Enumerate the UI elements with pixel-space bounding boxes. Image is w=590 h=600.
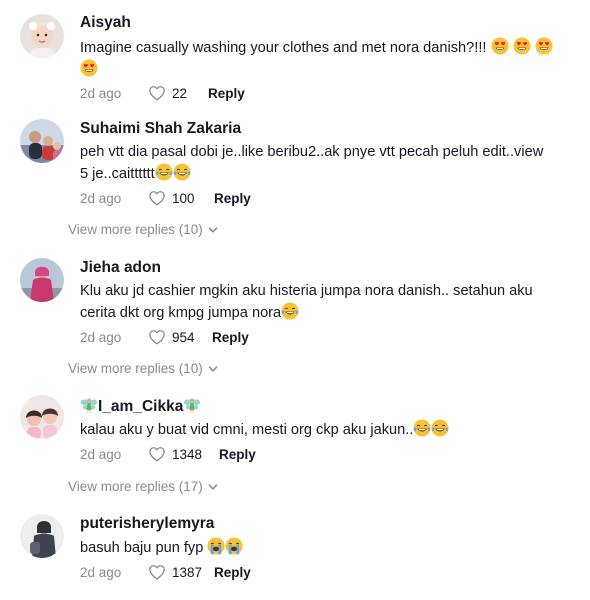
heart-eyes-emoji: [491, 37, 509, 55]
chevron-down-icon: [207, 224, 219, 236]
like-count: 1348: [172, 446, 203, 462]
heart-eyes-emoji: [535, 37, 553, 55]
fairy-emoji: [80, 396, 98, 414]
comment-text: Imagine casually washing your clothes an…: [80, 37, 560, 81]
username-text: I_am_Cikka: [98, 398, 184, 415]
comment-text: Klu aku jd cashier mgkin aku histeria ju…: [80, 281, 560, 324]
crying-emoji: [225, 537, 243, 555]
view-more-label: View more replies (17): [68, 479, 203, 494]
like-heart-icon[interactable]: [148, 190, 166, 206]
timestamp: 2d ago: [80, 329, 122, 345]
username[interactable]: I_am_Cikka: [80, 396, 201, 416]
avatar[interactable]: [20, 258, 64, 302]
timestamp: 2d ago: [80, 190, 122, 206]
reply-button[interactable]: Reply: [214, 191, 251, 206]
username[interactable]: Aisyah: [80, 14, 131, 32]
reply-button[interactable]: Reply: [208, 86, 245, 101]
comment-text: basuh baju pun fyp: [80, 537, 560, 559]
username[interactable]: Suhaimi Shah Zakaria: [80, 120, 241, 138]
view-more-label: View more replies (10): [68, 361, 203, 376]
view-more-label: View more replies (10): [68, 222, 203, 237]
comment-text-line: cerita dkt org kmpg jumpa nora: [80, 305, 282, 321]
crying-emoji: [207, 537, 225, 555]
timestamp: 2d ago: [80, 85, 122, 101]
heart-eyes-emoji: [513, 37, 531, 55]
username[interactable]: Jieha adon: [80, 259, 161, 277]
username[interactable]: puterisherylemyra: [80, 515, 214, 533]
like-heart-icon[interactable]: [148, 329, 166, 345]
like-heart-icon[interactable]: [148, 446, 166, 462]
chevron-down-icon: [207, 363, 219, 375]
view-more-replies[interactable]: View more replies (10): [68, 361, 219, 376]
like-count: 954: [172, 329, 195, 345]
like-heart-icon[interactable]: [148, 564, 166, 580]
comment-text-line: peh vtt dia pasal dobi je..like beribu2.…: [80, 144, 544, 160]
fairy-emoji: [183, 396, 201, 414]
timestamp: 2d ago: [80, 446, 122, 462]
like-heart-icon[interactable]: [148, 85, 166, 101]
heart-eyes-emoji: [80, 59, 98, 77]
avatar[interactable]: [20, 395, 64, 439]
like-count: 1387: [172, 564, 203, 580]
tears-of-joy-emoji: [281, 302, 299, 320]
view-more-replies[interactable]: View more replies (10): [68, 222, 219, 237]
timestamp: 2d ago: [80, 564, 122, 580]
comment-text-line: Imagine casually washing your clothes an…: [80, 40, 487, 56]
reply-button[interactable]: Reply: [212, 330, 249, 345]
comment-text-line: Klu aku jd cashier mgkin aku histeria ju…: [80, 283, 533, 299]
like-count: 22: [172, 85, 188, 101]
tears-of-joy-emoji: [413, 419, 431, 437]
comment-text-line: 5 je..caitttttt: [80, 166, 155, 182]
reply-button[interactable]: Reply: [219, 447, 256, 462]
comment-text-line: basuh baju pun fyp: [80, 540, 204, 556]
tears-of-joy-emoji: [173, 163, 191, 181]
comment-text: kalau aku y buat vid cmni, mesti org ckp…: [80, 419, 560, 441]
reply-button[interactable]: Reply: [214, 565, 251, 580]
comment-text: peh vtt dia pasal dobi je..like beribu2.…: [80, 142, 560, 185]
avatar[interactable]: [20, 514, 64, 558]
view-more-replies[interactable]: View more replies (17): [68, 479, 219, 494]
avatar[interactable]: [20, 14, 64, 58]
tears-of-joy-emoji: [155, 163, 173, 181]
comment-text-line: kalau aku y buat vid cmni, mesti org ckp…: [80, 422, 414, 438]
tears-of-joy-emoji: [431, 419, 449, 437]
avatar[interactable]: [20, 119, 64, 163]
chevron-down-icon: [207, 481, 219, 493]
like-count: 100: [172, 190, 195, 206]
